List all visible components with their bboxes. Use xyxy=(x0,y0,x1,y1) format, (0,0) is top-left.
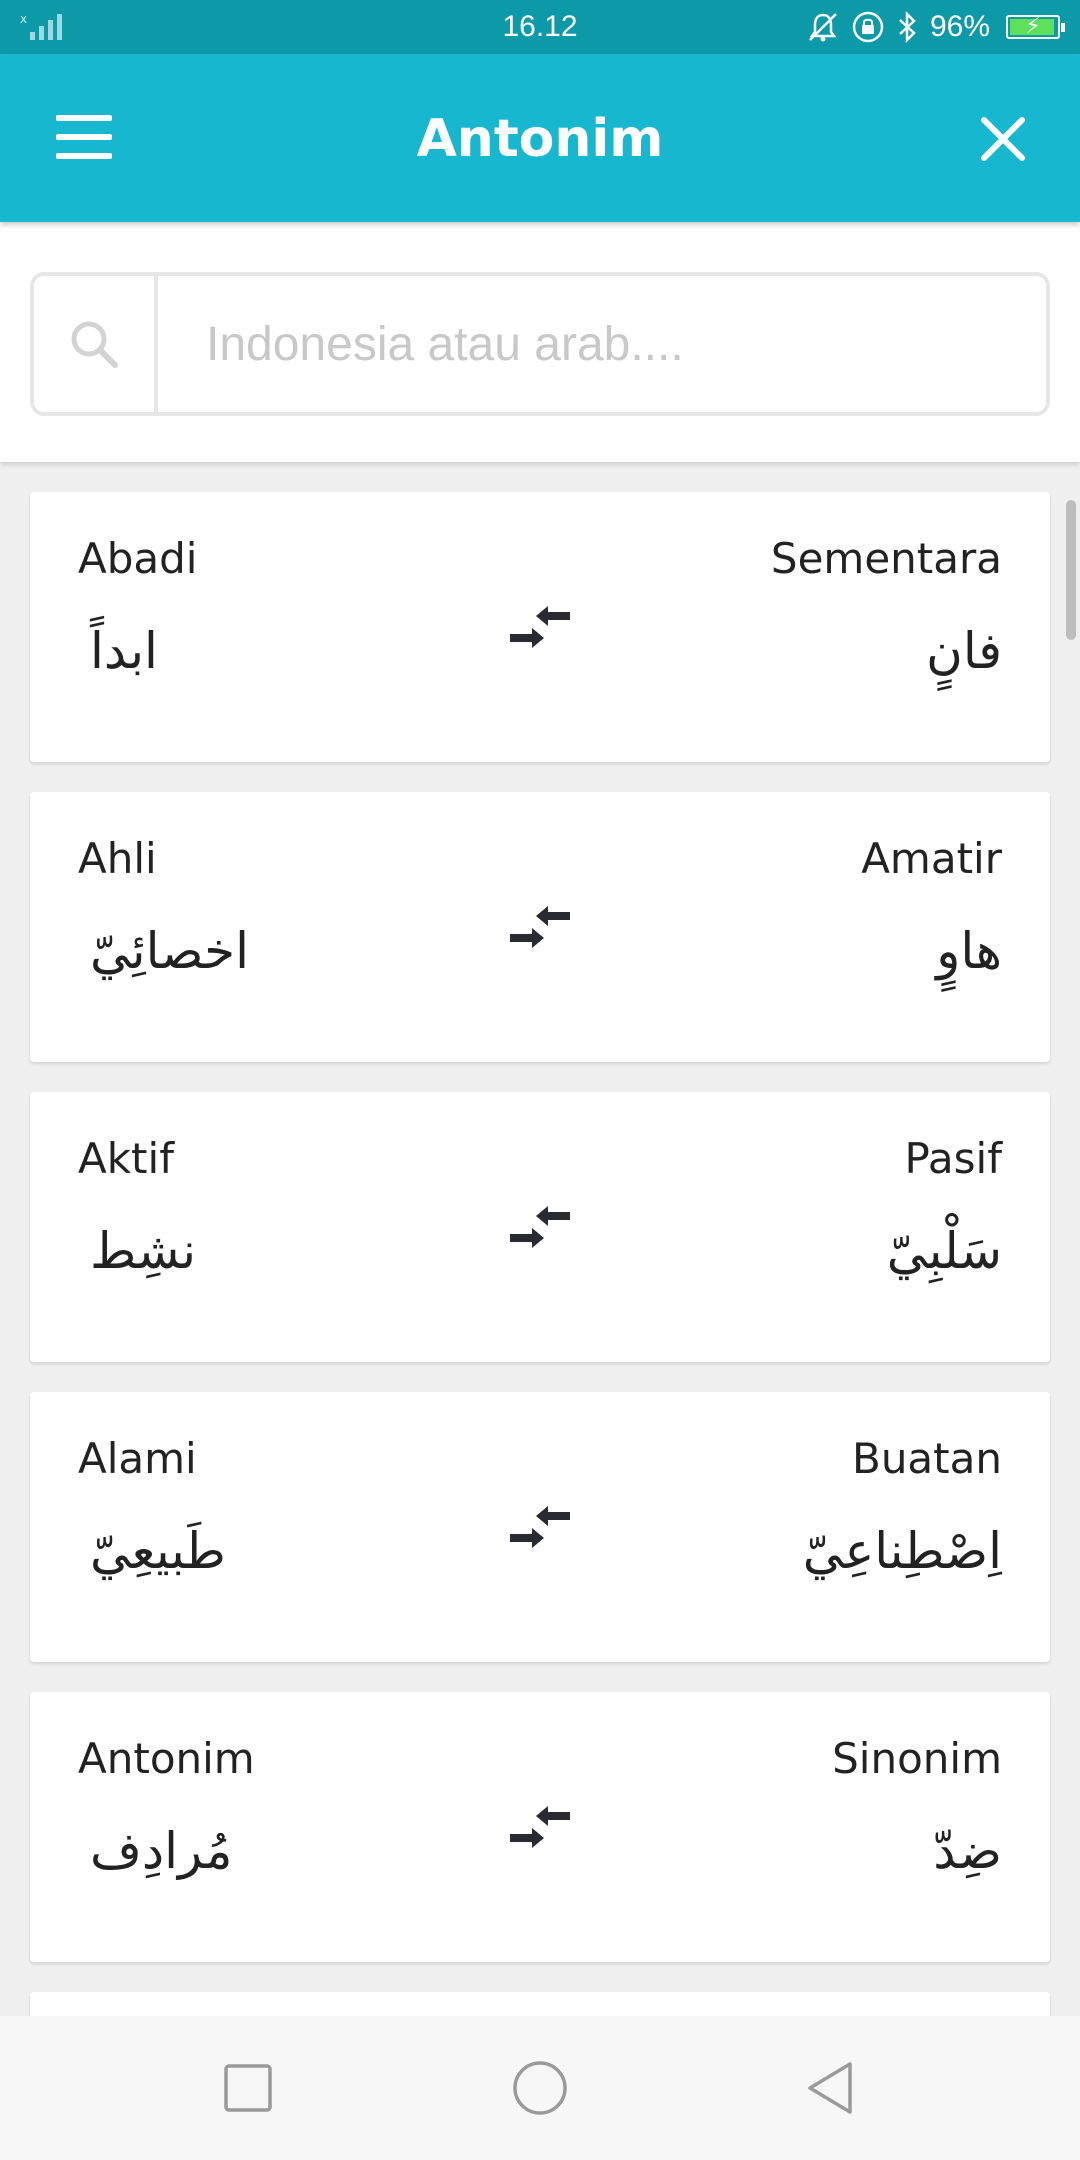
swap-arrows-icon xyxy=(510,1806,570,1848)
right-arabic: سَلْبِيّ xyxy=(886,1222,1002,1280)
status-icons: 96% ⚡ xyxy=(806,9,1065,45)
bell-muted-icon xyxy=(809,13,837,42)
antonym-card[interactable]: Antonim Sinonim مُرادِف ضِدّ xyxy=(30,1692,1050,1962)
svg-text:x: x xyxy=(20,12,27,26)
left-arabic: طَبيعِيّ xyxy=(90,1522,226,1580)
recent-apps-button[interactable] xyxy=(216,2056,280,2120)
rotation-lock-icon xyxy=(852,11,884,43)
swap-arrows-icon xyxy=(510,1206,570,1248)
right-word: Amatir xyxy=(861,834,1002,883)
back-button[interactable] xyxy=(800,2056,864,2120)
right-arabic: اِصْطِناعِيّ xyxy=(802,1522,1002,1580)
antonym-card[interactable]: Ahli Amatir اخصائِيّ هاوٍ xyxy=(30,792,1050,1062)
home-button[interactable] xyxy=(508,2056,572,2120)
right-word: Sementara xyxy=(770,534,1002,583)
left-word: Alami xyxy=(78,1434,197,1483)
close-icon xyxy=(981,117,1025,161)
antonym-list: Abadi Sementara ابداً فانٍ Ahli Amatir ا… xyxy=(30,492,1050,2032)
antonym-card[interactable]: Aktif Pasif نشِط سَلْبِيّ xyxy=(30,1092,1050,1362)
search-input[interactable] xyxy=(158,276,1046,412)
swap-arrows-icon xyxy=(510,606,570,648)
left-word: Aktif xyxy=(78,1134,174,1183)
search-icon-container[interactable] xyxy=(34,276,158,412)
right-arabic: هاوٍ xyxy=(936,922,1002,980)
app-bar: Antonim xyxy=(0,54,1080,222)
swap-arrows-icon xyxy=(510,1506,570,1548)
antonym-card[interactable]: Abadi Sementara ابداً فانٍ xyxy=(30,492,1050,762)
left-arabic: مُرادِف xyxy=(90,1822,233,1880)
left-word: Antonim xyxy=(78,1734,255,1783)
right-arabic: فانٍ xyxy=(926,622,1002,680)
antonym-card[interactable]: Alami Buatan طَبيعِيّ اِصْطِناعِيّ xyxy=(30,1392,1050,1662)
list-scrollbar[interactable] xyxy=(1066,500,1076,640)
left-word: Abadi xyxy=(78,534,198,583)
left-arabic: اخصائِيّ xyxy=(90,922,249,980)
right-word: Buatan xyxy=(852,1434,1002,1483)
battery-icon: ⚡ xyxy=(1006,13,1065,39)
bluetooth-icon xyxy=(899,10,916,44)
page-title: Antonim xyxy=(416,109,664,169)
swap-arrows-icon xyxy=(510,906,570,948)
left-arabic: ابداً xyxy=(90,622,158,680)
charging-bolt-icon: ⚡ xyxy=(1025,13,1041,38)
system-nav-bar xyxy=(0,2016,1080,2160)
no-signal-icon: x xyxy=(20,12,62,40)
left-arabic: نشِط xyxy=(90,1222,196,1280)
signal-area: x xyxy=(20,12,300,42)
search-area xyxy=(0,222,1080,462)
search-box xyxy=(30,272,1050,416)
search-icon xyxy=(71,321,118,368)
right-arabic: ضِدّ xyxy=(933,1822,1002,1880)
right-word: Pasif xyxy=(904,1134,1002,1183)
left-word: Ahli xyxy=(78,834,157,883)
right-word: Sinonim xyxy=(832,1734,1002,1783)
status-bar: x 16.12 96% ⚡ xyxy=(0,0,1080,54)
close-button[interactable] xyxy=(978,114,1028,164)
battery-percent: 96% xyxy=(929,10,990,43)
